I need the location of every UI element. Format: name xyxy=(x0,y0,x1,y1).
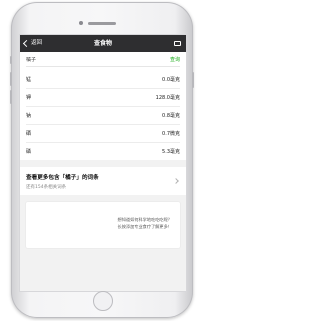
nutrient-name: 钾 xyxy=(26,95,32,101)
search-input[interactable] xyxy=(26,56,126,63)
mute-switch xyxy=(10,56,12,64)
phone-frame: 返回 查食物 查询 锰 0.0毫克 钾 128.0毫克 xyxy=(10,2,194,318)
promo-card[interactable]: 想知道如何科学地吃吃吃呢？ 长按添加专业食疗了解更多！ xyxy=(26,202,180,248)
nutrient-value: 0.7微克 xyxy=(162,131,180,137)
list-item: 钾 128.0毫克 xyxy=(26,89,180,107)
more-entries-subtitle: 还有154条相关词条 xyxy=(26,185,67,190)
navigation-bar: 返回 查食物 xyxy=(20,35,186,52)
nutrient-value: 5.3毫克 xyxy=(162,149,180,155)
nutrient-value: 0.0毫克 xyxy=(162,77,180,83)
more-entries-link[interactable]: 查看更多包含「橘子」的词条 还有154条相关词条 xyxy=(20,167,186,195)
more-options-icon[interactable] xyxy=(174,41,181,46)
phone-screen: 返回 查食物 查询 锰 0.0毫克 钾 128.0毫克 xyxy=(19,34,187,292)
volume-down-button xyxy=(10,90,12,104)
search-button[interactable]: 查询 xyxy=(170,56,180,63)
search-card: 查询 xyxy=(20,52,186,71)
search-row: 查询 xyxy=(26,56,180,67)
list-item: 磷 5.3毫克 xyxy=(26,143,180,160)
earpiece-speaker xyxy=(88,22,116,25)
nutrient-name: 硒 xyxy=(26,131,32,137)
nutrient-list: 锰 0.0毫克 钾 128.0毫克 钠 0.8毫克 硒 0.7微克 磷 5.3毫… xyxy=(20,71,186,160)
nutrient-name: 锰 xyxy=(26,77,32,83)
promo-line-1: 想知道如何科学地吃吃吃呢？ xyxy=(117,217,172,222)
promo-line-2: 长按添加专业食疗了解更多！ xyxy=(117,223,172,229)
nutrient-value: 128.0毫克 xyxy=(155,95,180,101)
promo-text: 想知道如何科学地吃吃吃呢？ 长按添加专业食疗了解更多！ xyxy=(118,217,172,230)
power-button xyxy=(192,72,194,88)
more-entries-title: 查看更多包含「橘子」的词条 xyxy=(26,175,99,181)
nutrient-name: 钠 xyxy=(26,113,32,119)
page-title: 查食物 xyxy=(93,40,112,47)
home-button[interactable] xyxy=(93,291,113,311)
list-item: 钠 0.8毫克 xyxy=(26,107,180,125)
nutrient-name: 磷 xyxy=(26,149,32,155)
nutrient-value: 0.8毫克 xyxy=(162,113,180,119)
stage: 返回 查食物 查询 锰 0.0毫克 钾 128.0毫克 xyxy=(0,0,204,321)
list-item: 硒 0.7微克 xyxy=(26,125,180,143)
volume-up-button xyxy=(10,72,12,86)
list-item: 锰 0.0毫克 xyxy=(26,71,180,89)
front-camera xyxy=(79,21,83,25)
